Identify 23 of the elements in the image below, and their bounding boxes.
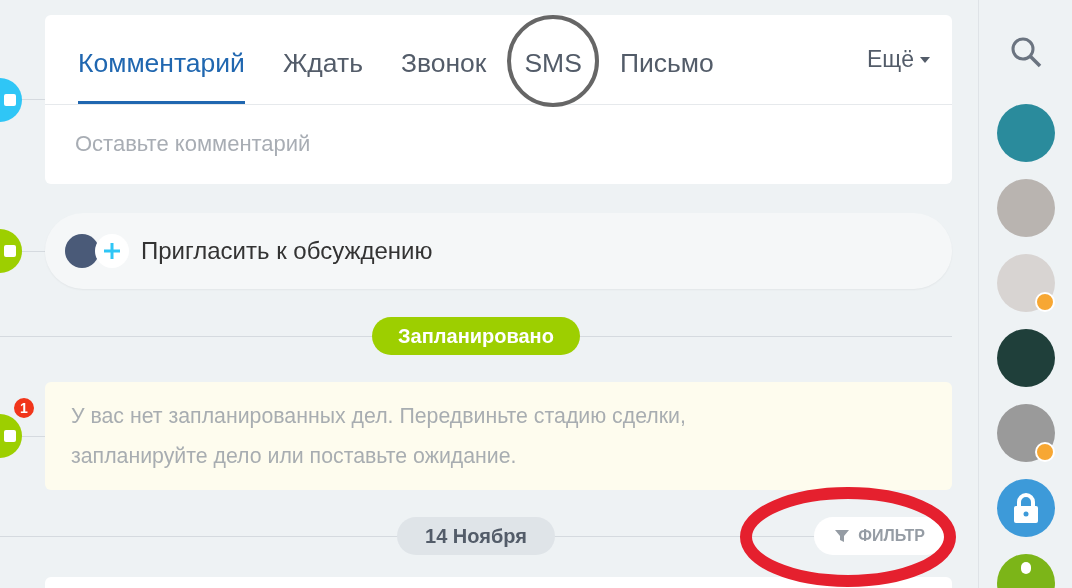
plus-icon xyxy=(95,234,129,268)
caret-icon xyxy=(920,56,930,63)
avatar-placeholder[interactable] xyxy=(996,329,1055,387)
avatar-placeholder xyxy=(65,234,99,268)
count-badge: 1 xyxy=(12,396,36,420)
clock-badge xyxy=(1034,292,1055,312)
clock-badge xyxy=(1034,442,1055,462)
section-label: Запланировано xyxy=(372,317,580,355)
more-menu[interactable]: Ещё xyxy=(866,15,930,104)
invite-button[interactable]: Пригласить к обсуждению xyxy=(45,213,952,289)
square-icon xyxy=(4,245,16,257)
comment-field[interactable]: Оставьте комментарий xyxy=(45,105,952,184)
tab[interactable]: Ждать xyxy=(282,15,363,104)
search-icon[interactable] xyxy=(1009,36,1042,68)
square-icon xyxy=(4,430,16,442)
tab[interactable]: Звонок xyxy=(400,15,487,104)
date-label: 14 Ноября xyxy=(397,517,555,555)
empty-message: У вас нет запланированных дел. Передвиньте стадию сделки, запланируйте дело или поставьте ожидание. xyxy=(45,382,952,490)
square-icon xyxy=(4,93,16,106)
tab[interactable]: SMS xyxy=(524,15,582,104)
tab[interactable]: Письмо xyxy=(619,15,714,104)
filter-icon xyxy=(834,528,851,544)
lock-icon[interactable] xyxy=(996,479,1055,537)
